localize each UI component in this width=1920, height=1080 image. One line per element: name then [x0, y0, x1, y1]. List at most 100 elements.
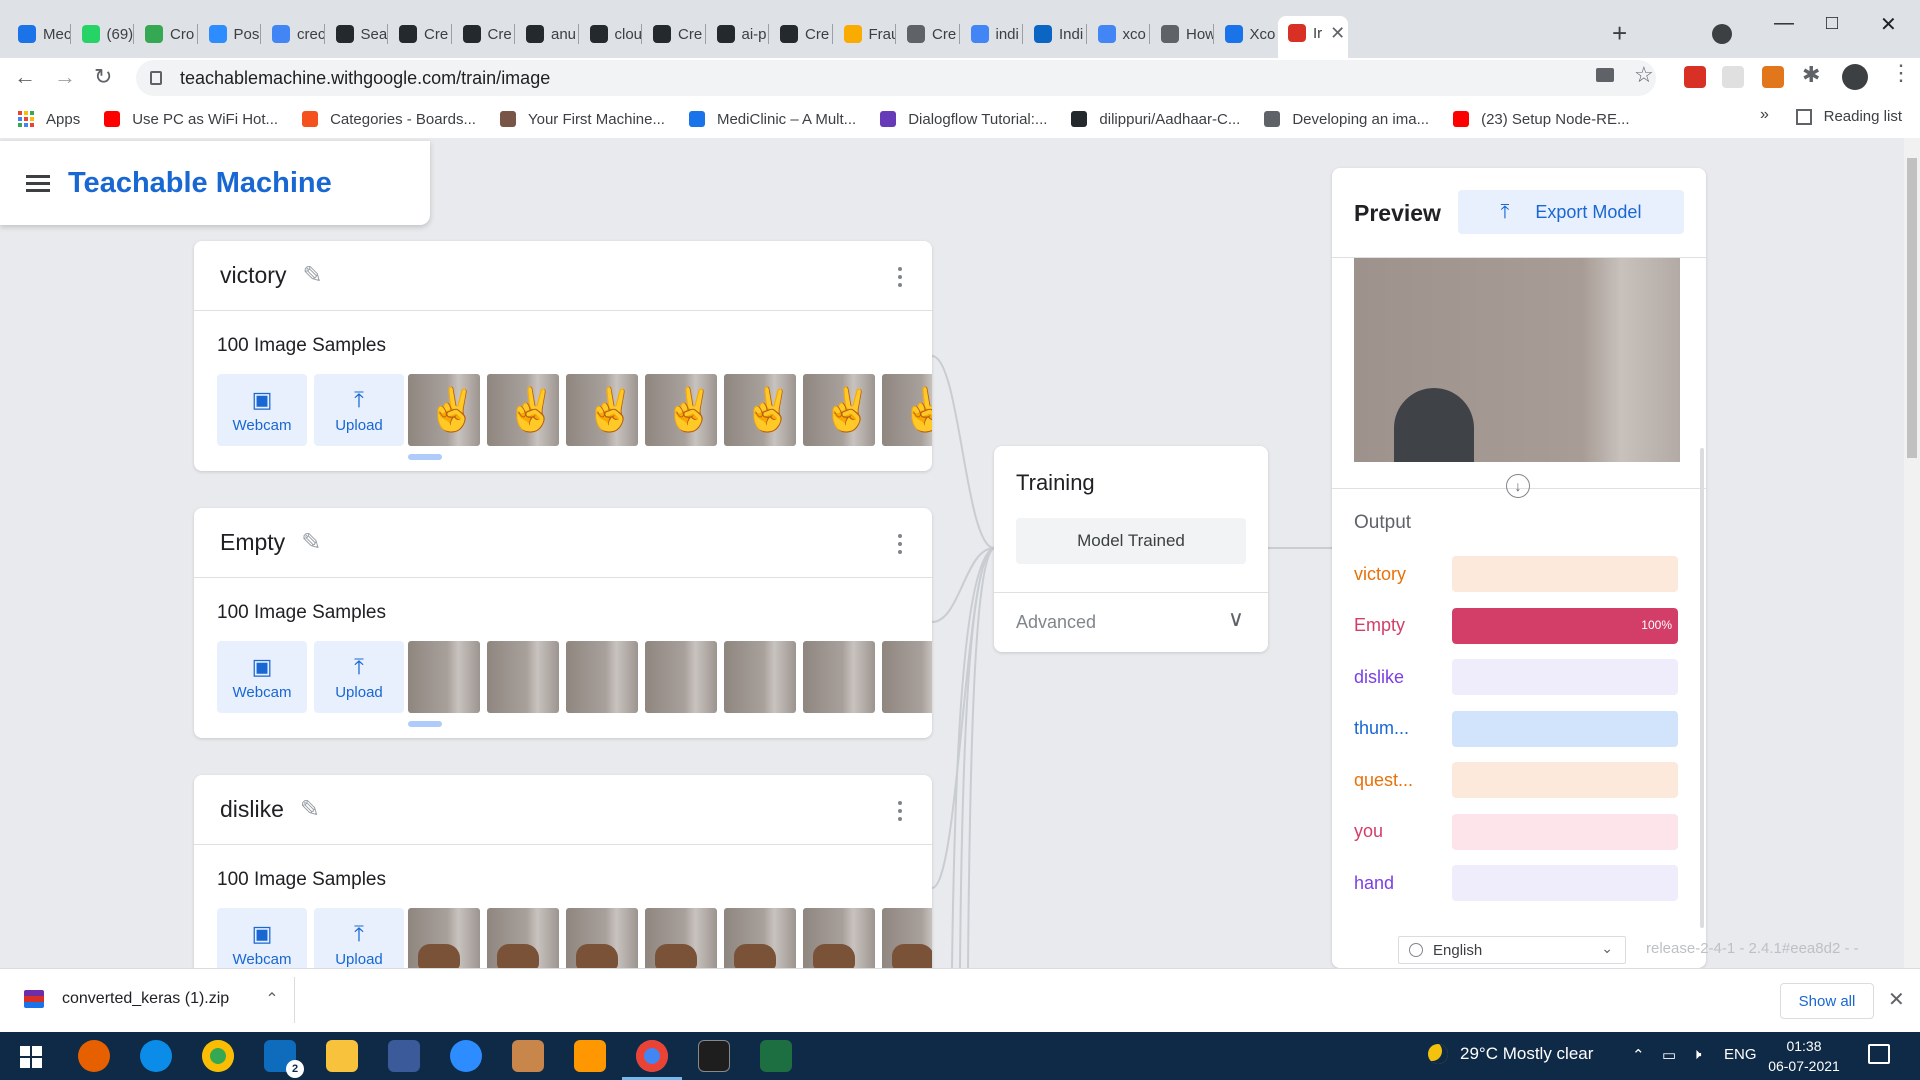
browser-tab[interactable]: (69) [72, 18, 133, 50]
sample-thumbnail[interactable] [724, 908, 796, 968]
bookmarks-overflow-icon[interactable]: » [1760, 106, 1769, 124]
tab-search-icon[interactable] [1712, 24, 1732, 44]
upload-button[interactable]: ⤒ Upload [314, 374, 404, 446]
class-name[interactable]: victory [220, 262, 286, 289]
extensions-puzzle-icon[interactable]: ✱ [1802, 62, 1820, 88]
scrollbar-thumb[interactable] [1907, 158, 1917, 458]
chrome-active-icon[interactable] [622, 1040, 682, 1080]
notification-icon[interactable] [1868, 1044, 1890, 1064]
maximize-icon[interactable]: □ [1826, 12, 1838, 35]
windows-start-icon[interactable] [20, 1046, 42, 1068]
more-options-icon[interactable] [898, 534, 902, 554]
zoom-icon[interactable] [450, 1040, 482, 1072]
network-app-icon[interactable] [388, 1040, 420, 1072]
browser-tab[interactable]: Cro [135, 18, 197, 50]
apps-shortcut[interactable]: Apps [18, 111, 80, 128]
terminal-icon[interactable] [698, 1040, 730, 1072]
browser-tab[interactable]: Xco [1215, 18, 1277, 50]
battery-icon[interactable]: ▭ [1662, 1046, 1676, 1064]
sample-thumbnails[interactable] [408, 641, 932, 713]
firefox-icon[interactable] [78, 1040, 110, 1072]
more-options-icon[interactable] [898, 267, 902, 287]
bookmark-star-icon[interactable]: ☆ [1634, 62, 1654, 88]
sample-thumbnail[interactable] [408, 641, 480, 713]
edit-pencil-icon[interactable]: ✎ [302, 261, 322, 290]
webcam-button[interactable]: ▣ Webcam [217, 908, 307, 968]
sample-thumbnail[interactable] [803, 641, 875, 713]
more-options-icon[interactable] [898, 801, 902, 821]
bookmark-item[interactable]: dilippuri/Aadhaar-C... [1071, 111, 1240, 128]
browser-tab[interactable]: indi [961, 18, 1023, 50]
close-tab-icon[interactable]: ✕ [1330, 23, 1345, 44]
webcam-button[interactable]: ▣ Webcam [217, 641, 307, 713]
sample-thumbnail[interactable] [645, 908, 717, 968]
sample-thumbnail[interactable] [487, 374, 559, 446]
metamask-extension-icon[interactable] [1762, 66, 1784, 88]
edit-pencil-icon[interactable]: ✎ [301, 528, 321, 557]
excel-icon[interactable] [760, 1040, 792, 1072]
download-item[interactable]: converted_keras (1).zip ⌃ [24, 989, 279, 1009]
browser-menu-icon[interactable]: ⋮ [1890, 60, 1912, 86]
reload-icon[interactable]: ↻ [94, 64, 112, 90]
chevron-down-icon[interactable]: ∨ [1228, 606, 1244, 632]
sample-thumbnail[interactable] [724, 641, 796, 713]
browser-tab[interactable]: Cre [453, 18, 515, 50]
sample-thumbnails[interactable] [408, 374, 932, 446]
sample-thumbnail[interactable] [882, 641, 932, 713]
sample-thumbnail[interactable] [566, 374, 638, 446]
webcam-button[interactable]: ▣ Webcam [217, 374, 307, 446]
upload-button[interactable]: ⤒ Upload [314, 908, 404, 968]
volume-muted-icon[interactable]: 🕨 [1692, 1046, 1701, 1063]
class-name[interactable]: dislike [220, 796, 284, 823]
file-explorer-icon[interactable] [326, 1040, 358, 1072]
forward-icon[interactable]: → [54, 64, 76, 90]
browser-tab[interactable]: Cre [389, 18, 451, 50]
tray-chevron-up-icon[interactable]: ⌃ [1632, 1046, 1645, 1064]
minimize-icon[interactable]: — [1774, 12, 1794, 35]
camera-indicator-icon[interactable] [1596, 68, 1614, 82]
pocket-extension-icon[interactable] [1684, 66, 1706, 88]
chrome-icon[interactable] [202, 1040, 234, 1072]
bookmark-item[interactable]: Your First Machine... [499, 111, 665, 128]
sample-thumbnail[interactable] [566, 641, 638, 713]
sample-thumbnail[interactable] [803, 908, 875, 968]
language-select[interactable]: English ⌄ [1398, 936, 1626, 964]
bookmark-item[interactable]: Dialogflow Tutorial:... [880, 111, 1047, 128]
sublime-text-icon[interactable] [574, 1040, 606, 1072]
edge-icon[interactable] [140, 1040, 172, 1072]
clock[interactable]: 01:38 06-07-2021 [1764, 1036, 1844, 1076]
preview-scrollbar[interactable] [1700, 448, 1704, 928]
sample-thumbnail[interactable] [487, 641, 559, 713]
bookmark-item[interactable]: MediClinic – A Mult... [688, 111, 856, 128]
bookmark-item[interactable]: Developing an ima... [1264, 111, 1429, 128]
class-name[interactable]: Empty [220, 529, 285, 556]
bookmark-item[interactable]: (23) Setup Node-RE... [1453, 111, 1629, 128]
browser-tab[interactable]: Cre [897, 18, 959, 50]
thumbnail-scroll-indicator[interactable] [408, 454, 442, 460]
sample-thumbnail[interactable] [882, 908, 932, 968]
reading-list-button[interactable]: Reading list [1795, 108, 1902, 125]
sample-thumbnail[interactable] [803, 374, 875, 446]
sample-thumbnails[interactable] [408, 908, 932, 968]
browser-tab[interactable]: Cre [770, 18, 832, 50]
sample-thumbnail[interactable] [487, 908, 559, 968]
browser-tab[interactable]: crec [262, 18, 324, 50]
bookmark-item[interactable]: Use PC as WiFi Hot... [104, 111, 278, 128]
mail-icon[interactable]: 2 [264, 1040, 304, 1078]
browser-tab[interactable]: Indi [1024, 18, 1086, 50]
browser-tab[interactable]: xco [1088, 18, 1150, 50]
browser-tab[interactable]: Cre [643, 18, 705, 50]
upload-button[interactable]: ⤒ Upload [314, 641, 404, 713]
close-window-icon[interactable]: ✕ [1880, 12, 1897, 37]
bookmark-item[interactable]: Categories - Boards... [302, 111, 476, 128]
sample-thumbnail[interactable] [645, 641, 717, 713]
sample-thumbnail[interactable] [724, 374, 796, 446]
close-icon[interactable]: ✕ [1888, 987, 1905, 1012]
input-language[interactable]: ENG [1724, 1046, 1757, 1063]
profile-avatar[interactable] [1842, 64, 1868, 90]
browser-tab[interactable]: ai-p [707, 18, 769, 50]
package-app-icon[interactable] [512, 1040, 544, 1072]
browser-tab[interactable]: How [1151, 18, 1213, 50]
edit-pencil-icon[interactable]: ✎ [300, 795, 320, 824]
chevron-up-icon[interactable]: ⌃ [265, 989, 278, 1009]
